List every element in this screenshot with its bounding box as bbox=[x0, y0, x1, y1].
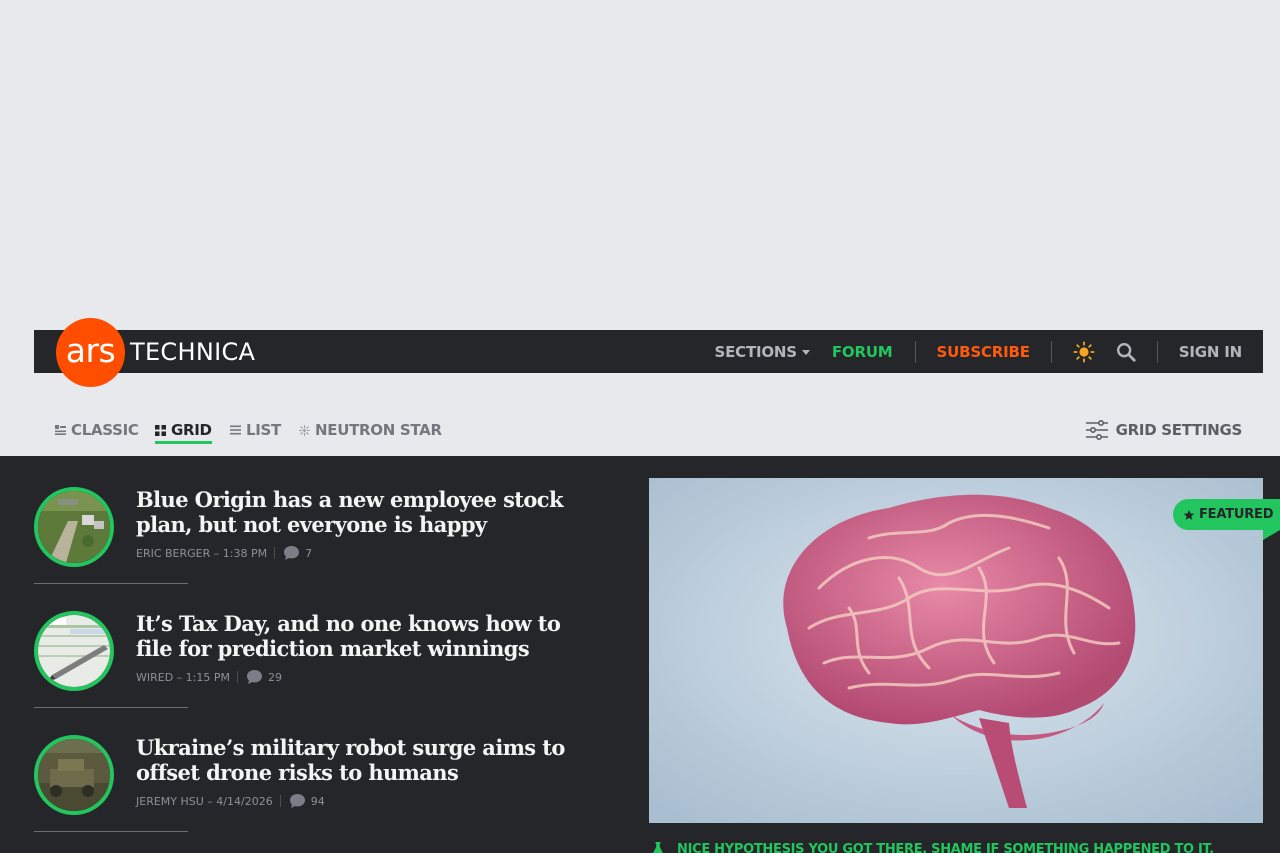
story-thumbnail[interactable] bbox=[34, 611, 114, 691]
sign-in-link[interactable]: SIGN IN bbox=[1179, 343, 1242, 361]
grid-settings-label: GRID SETTINGS bbox=[1115, 421, 1243, 439]
view-option-label: CLASSIC bbox=[71, 421, 139, 439]
logo-ars-text: ars bbox=[65, 331, 116, 370]
story-item[interactable]: Blue Origin has a new employee stock pla… bbox=[34, 487, 594, 587]
search-icon[interactable] bbox=[1115, 341, 1137, 363]
neutron-star-icon bbox=[299, 424, 310, 436]
grid-settings-button[interactable]: GRID SETTINGS bbox=[1085, 410, 1243, 450]
story-divider bbox=[34, 831, 188, 832]
view-option-list[interactable]: LIST bbox=[230, 410, 281, 450]
star-icon bbox=[1183, 509, 1195, 520]
classic-icon bbox=[55, 425, 66, 435]
story-divider bbox=[34, 583, 188, 584]
site-logo[interactable]: ars bbox=[56, 318, 125, 387]
logo-technica-text[interactable]: TECHNICA bbox=[130, 330, 255, 373]
nav-divider bbox=[914, 340, 916, 363]
sections-label: SECTIONS bbox=[714, 342, 797, 361]
comment-icon[interactable] bbox=[246, 669, 263, 685]
featured-badge: FEATURED bbox=[1173, 499, 1280, 530]
sections-menu[interactable]: SECTIONS bbox=[714, 342, 810, 361]
story-title[interactable]: It’s Tax Day, and no one knows how to fi… bbox=[136, 611, 576, 661]
featured-kicker[interactable]: NICE HYPOTHESIS YOU GOT THERE. SHAME IF … bbox=[651, 841, 1214, 853]
nav-divider bbox=[1050, 340, 1052, 363]
story-byline: ERIC BERGER – 1:38 PM bbox=[136, 546, 268, 560]
comment-count[interactable]: 29 bbox=[268, 671, 282, 684]
story-byline: JEREMY HSU – 4/14/2026 bbox=[136, 794, 273, 808]
comment-icon[interactable] bbox=[289, 793, 306, 809]
subscribe-link[interactable]: SUBSCRIBE bbox=[937, 343, 1030, 361]
comment-icon[interactable] bbox=[283, 545, 300, 561]
ad-space bbox=[0, 0, 1280, 330]
story-meta: ERIC BERGER – 1:38 PM 7 bbox=[136, 545, 312, 561]
story-item[interactable]: Ukraine’s military robot surge aims to o… bbox=[34, 735, 594, 835]
list-icon bbox=[230, 425, 241, 435]
view-option-label: NEUTRON STAR bbox=[315, 421, 442, 439]
meta-divider bbox=[279, 795, 281, 807]
story-thumbnail[interactable] bbox=[34, 735, 114, 815]
content-area: Blue Origin has a new employee stock pla… bbox=[0, 456, 1280, 853]
active-view-indicator bbox=[155, 441, 212, 444]
story-title[interactable]: Blue Origin has a new employee stock pla… bbox=[136, 487, 576, 537]
story-byline: WIRED – 1:15 PM bbox=[136, 670, 230, 684]
comment-count[interactable]: 94 bbox=[311, 795, 325, 808]
sliders-icon bbox=[1085, 420, 1108, 440]
story-thumbnail[interactable] bbox=[34, 487, 114, 567]
story-meta: JEREMY HSU – 4/14/2026 94 bbox=[136, 793, 325, 809]
flask-icon bbox=[653, 842, 663, 853]
story-divider bbox=[34, 707, 188, 708]
chevron-down-icon bbox=[801, 349, 810, 355]
grid-icon bbox=[155, 424, 166, 436]
featured-badge-label: FEATURED bbox=[1199, 507, 1274, 522]
main-nav: SECTIONS FORUM SUBSCRIBE SIGN IN bbox=[714, 330, 1263, 373]
badge-tail bbox=[1263, 530, 1280, 540]
sun-icon[interactable] bbox=[1073, 340, 1095, 363]
view-option-label: GRID bbox=[171, 421, 212, 439]
story-title[interactable]: Ukraine’s military robot surge aims to o… bbox=[136, 735, 576, 785]
view-option-neutron-star[interactable]: NEUTRON STAR bbox=[299, 410, 442, 450]
featured-image[interactable] bbox=[649, 478, 1263, 823]
comment-count[interactable]: 7 bbox=[305, 547, 312, 560]
story-item[interactable]: It’s Tax Day, and no one knows how to fi… bbox=[34, 611, 594, 711]
view-option-label: LIST bbox=[246, 421, 281, 439]
view-toolbar: CLASSIC GRID LIST NEUTRON STAR GRID SETT… bbox=[0, 410, 1280, 450]
story-meta: WIRED – 1:15 PM 29 bbox=[136, 669, 282, 685]
kicker-text: NICE HYPOTHESIS YOU GOT THERE. SHAME IF … bbox=[677, 841, 1214, 853]
site-header: ars TECHNICA SECTIONS FORUM SUBSCRIBE SI… bbox=[34, 318, 1263, 387]
forum-link[interactable]: FORUM bbox=[832, 343, 893, 361]
nav-divider bbox=[1156, 340, 1158, 363]
view-option-classic[interactable]: CLASSIC bbox=[55, 410, 139, 450]
view-option-grid[interactable]: GRID bbox=[155, 410, 212, 450]
meta-divider bbox=[237, 671, 238, 683]
meta-divider bbox=[274, 547, 276, 559]
